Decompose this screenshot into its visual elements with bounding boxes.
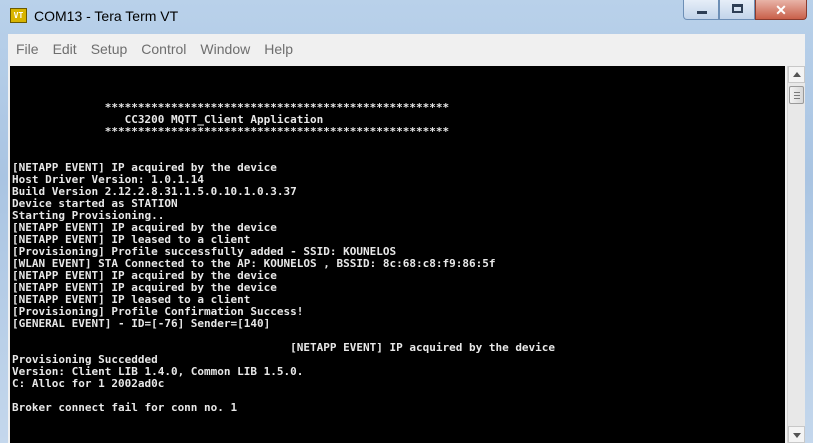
menu-window[interactable]: Window <box>193 34 257 64</box>
menu-setup[interactable]: Setup <box>84 34 135 64</box>
maximize-icon <box>732 4 743 13</box>
grip-line <box>794 98 800 99</box>
grip-line <box>794 92 800 93</box>
window-title: COM13 - Tera Term VT <box>34 8 179 24</box>
menu-help[interactable]: Help <box>257 34 300 64</box>
teraterm-app-icon[interactable]: VT <box>10 8 27 23</box>
close-icon: ✕ <box>775 2 787 18</box>
terminal-line: C: Alloc for 1 2002ad0c <box>12 377 165 390</box>
scroll-down-arrow-icon[interactable] <box>788 426 805 443</box>
terminal-line: ****************************************… <box>12 125 450 138</box>
menu-edit[interactable]: Edit <box>46 34 84 64</box>
menu-file[interactable]: File <box>8 34 46 64</box>
minimize-icon <box>697 11 707 14</box>
terminal-output[interactable]: ****************************************… <box>10 66 785 443</box>
close-button[interactable]: ✕ <box>755 0 807 20</box>
window-controls: ✕ <box>683 0 807 20</box>
menu-control[interactable]: Control <box>134 34 193 64</box>
menu-bar: File Edit Setup Control Window Help <box>8 34 805 64</box>
terminal-line: [GENERAL EVENT] - ID=[-76] Sender=[140] <box>12 317 271 330</box>
teraterm-window: VT COM13 - Tera Term VT ✕ File Edit Setu… <box>0 0 813 443</box>
grip-line <box>794 95 800 96</box>
client-area: File Edit Setup Control Window Help ****… <box>8 34 805 443</box>
title-bar[interactable]: VT COM13 - Tera Term VT ✕ <box>0 0 813 34</box>
minimize-button[interactable] <box>683 0 719 20</box>
maximize-button[interactable] <box>719 0 755 20</box>
scroll-up-arrow-icon[interactable] <box>788 66 805 83</box>
vertical-scrollbar[interactable] <box>787 66 805 443</box>
scroll-thumb[interactable] <box>789 86 804 104</box>
terminal-line: Broker connect fail for conn no. 1 <box>12 401 238 414</box>
